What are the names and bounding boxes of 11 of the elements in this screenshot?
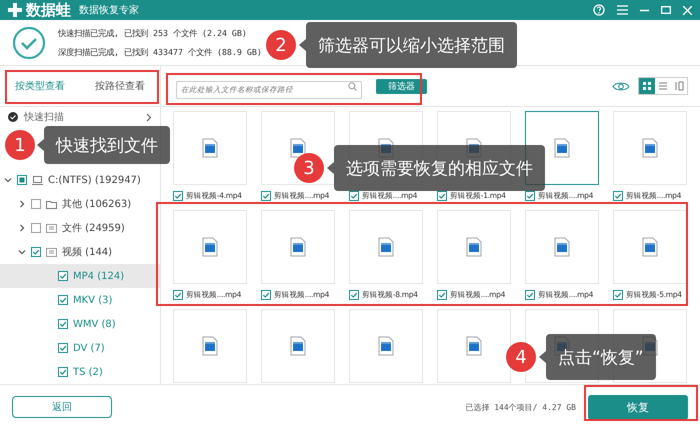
callout-tooltip: 快速找到文件 xyxy=(44,126,170,164)
step-badge: 1 xyxy=(5,130,35,160)
callout-tooltip: 点击“恢复” xyxy=(546,334,656,380)
scan-summary: 深度扫描已完成, 已找到 433477 个文件 (88.9 GB) xyxy=(58,46,262,58)
selection-status: 已选择 144个项目/ 4.27 GB xyxy=(465,402,576,412)
step-badge: 2 xyxy=(266,30,296,60)
scan-summary: 快速扫描已完成, 已找到 253 个文件 (2.24 GB) xyxy=(58,28,248,38)
app-subtitle: 数据恢复专家 xyxy=(79,4,139,17)
callout-tooltip: 筛选器可以缩小选择范围 xyxy=(306,22,517,68)
app-name: 数据蛙 xyxy=(26,0,71,20)
callout-tooltip: 选项需要恢复的相应文件 xyxy=(334,145,545,191)
